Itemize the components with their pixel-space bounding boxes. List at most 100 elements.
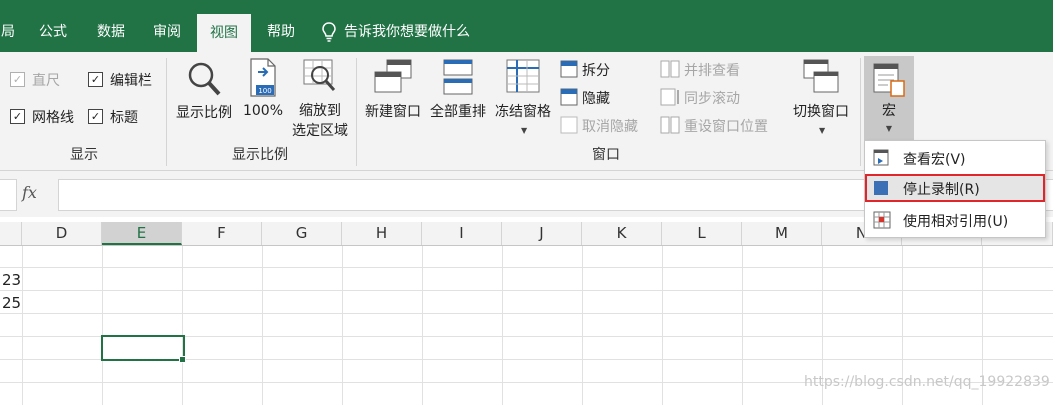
group-label-window: 窗口 <box>592 147 620 163</box>
tab-layout[interactable]: 局 <box>0 0 16 52</box>
zoom-to-selection-button[interactable]: 缩放到 选定区域 <box>288 58 352 139</box>
macro-icon <box>873 63 905 97</box>
col-line <box>662 246 663 405</box>
active-cell-E[interactable] <box>101 335 185 361</box>
side-by-side-button[interactable]: 并排查看 <box>684 60 740 80</box>
column-header-I[interactable]: I <box>422 222 502 245</box>
tab-review[interactable]: 审阅 <box>144 0 190 52</box>
stop-recording-label: 停止录制(R) <box>903 182 980 198</box>
column-header-J[interactable]: J <box>502 222 582 245</box>
column-header-D[interactable]: D <box>22 222 102 245</box>
group-label-show: 显示 <box>70 147 98 163</box>
fill-handle[interactable] <box>179 356 186 363</box>
column-header-H[interactable]: H <box>342 222 422 245</box>
col-line <box>502 246 503 405</box>
split-icon <box>560 60 578 78</box>
switch-windows-label: 切换窗口 <box>793 104 849 120</box>
macros-dropdown-icon: ▼ <box>885 124 893 133</box>
view-macros-label: 查看宏(V) <box>903 152 966 168</box>
split-button[interactable]: 拆分 <box>582 60 610 80</box>
name-box[interactable] <box>0 179 17 211</box>
formula-bar-label: 编辑栏 <box>110 73 152 89</box>
reset-window-position-icon <box>660 116 680 134</box>
col-line <box>182 246 183 405</box>
col-line <box>582 246 583 405</box>
column-header-partial[interactable] <box>0 222 22 245</box>
zoom-to-selection-icon <box>303 59 336 91</box>
col-line <box>22 246 23 405</box>
column-header-K[interactable]: K <box>582 222 662 245</box>
switch-windows-dropdown-icon[interactable]: ▼ <box>819 126 825 135</box>
ruler-checkbox[interactable]: ✓ <box>10 72 25 87</box>
zoom-selection-line1: 缩放到 <box>299 103 341 119</box>
group-divider <box>166 58 167 166</box>
tab-view[interactable]: 视图 <box>197 14 251 52</box>
zoom-button[interactable]: 显示比例 <box>172 58 236 138</box>
column-header-F[interactable]: F <box>182 222 262 245</box>
zoom-100-label: 100% <box>242 103 284 119</box>
headings-checkbox[interactable]: ✓ <box>88 109 103 124</box>
cell-value[interactable]: 25 <box>2 294 21 312</box>
headings-label: 标题 <box>110 110 138 126</box>
hide-button[interactable]: 隐藏 <box>582 88 610 108</box>
use-relative-references-item[interactable]: 使用相对引用(U) <box>865 206 1045 234</box>
reset-window-position-button[interactable]: 重设窗口位置 <box>684 116 768 136</box>
lightbulb-icon <box>322 22 336 42</box>
col-line <box>262 246 263 405</box>
tell-me-search[interactable]: 告诉我你想要做什么 <box>322 0 488 52</box>
gridlines-checkbox[interactable]: ✓ <box>10 109 25 124</box>
cell-value[interactable]: 23 <box>2 271 21 289</box>
tab-help[interactable]: 帮助 <box>258 0 304 52</box>
macros-label: 宏 <box>882 103 896 119</box>
unhide-icon <box>560 116 578 134</box>
freeze-panes-icon <box>506 59 540 93</box>
sync-scroll-button[interactable]: 同步滚动 <box>684 88 740 108</box>
group-divider <box>356 58 357 166</box>
insert-function-icon[interactable]: fx <box>22 183 37 202</box>
col-line <box>742 246 743 405</box>
stop-recording-item[interactable]: 停止录制(R) <box>865 174 1045 202</box>
col-line <box>342 246 343 405</box>
col-line <box>102 246 103 405</box>
row-line <box>0 313 1053 314</box>
group-label-zoom: 显示比例 <box>232 147 288 163</box>
relative-references-label: 使用相对引用(U) <box>903 214 1009 230</box>
column-header-M[interactable]: M <box>742 222 822 245</box>
svg-text:100: 100 <box>258 87 271 95</box>
arrange-all-button[interactable]: 全部重排 <box>428 58 488 138</box>
unhide-button[interactable]: 取消隐藏 <box>582 116 638 136</box>
switch-windows-icon <box>803 59 839 93</box>
row-line <box>0 290 1053 291</box>
arrange-all-label: 全部重排 <box>430 104 486 120</box>
hide-icon <box>560 88 578 106</box>
column-header-E[interactable]: E <box>102 222 182 245</box>
arrange-all-icon <box>443 59 473 95</box>
zoom-label: 显示比例 <box>176 105 232 121</box>
group-divider <box>860 58 861 166</box>
new-window-button[interactable]: 新建窗口 <box>360 58 426 138</box>
ruler-label: 直尺 <box>32 73 60 89</box>
zoom-selection-line2: 选定区域 <box>292 123 348 139</box>
magnifier-icon <box>188 62 221 96</box>
ribbon-tab-bar: 局 公式 数据 审阅 视图 帮助 告诉我你想要做什么 <box>0 0 1053 52</box>
freeze-panes-dropdown-icon[interactable]: ▼ <box>521 126 527 135</box>
column-header-L[interactable]: L <box>662 222 742 245</box>
side-by-side-icon <box>660 60 680 78</box>
tab-formulas[interactable]: 公式 <box>30 0 76 52</box>
freeze-panes-label: 冻结窗格 <box>495 104 551 120</box>
view-macros-icon <box>873 149 889 166</box>
view-macros-item[interactable]: 查看宏(V) <box>865 144 1045 172</box>
stop-recording-icon <box>874 181 888 195</box>
sync-scroll-icon <box>660 88 679 106</box>
tab-data[interactable]: 数据 <box>88 0 134 52</box>
gridlines-label: 网格线 <box>32 110 74 126</box>
column-header-G[interactable]: G <box>262 222 342 245</box>
macro-dropdown-menu: 查看宏(V) 停止录制(R) 使用相对引用(U) <box>864 140 1046 238</box>
macros-button[interactable]: 宏 ▼ <box>864 56 914 140</box>
page-100-icon: 100 <box>250 58 276 97</box>
formula-bar-checkbox[interactable]: ✓ <box>88 72 103 87</box>
new-window-icon <box>374 59 412 93</box>
row-line <box>0 267 1053 268</box>
watermark: https://blog.csdn.net/qq_19922839 <box>804 374 1050 390</box>
zoom-100-button[interactable]: 100 100% <box>240 58 286 138</box>
